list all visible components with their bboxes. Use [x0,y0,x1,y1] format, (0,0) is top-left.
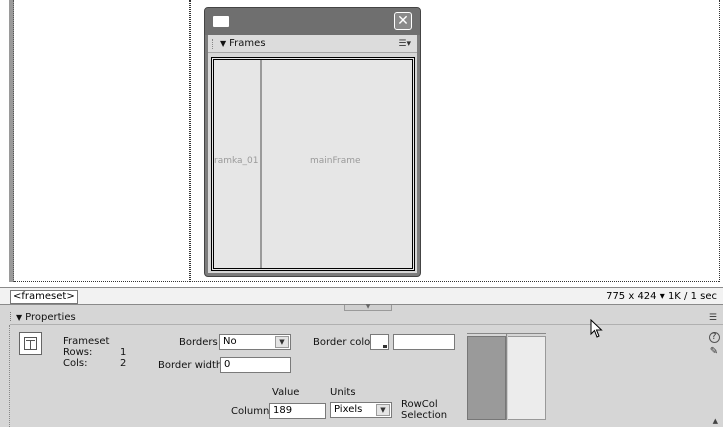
frame-thumb-left[interactable]: ramka_01 [214,60,262,268]
border-color-field[interactable] [393,334,455,350]
frames-panel-header[interactable]: ▼ Frames ☰▾ [208,35,417,53]
units-value: Pixels [334,404,363,415]
frames-panel-title: Frames [229,38,266,49]
chevron-down-icon[interactable]: ▼ [275,336,289,348]
collapse-arrow-icon[interactable]: ▲ [713,417,718,425]
border-color-swatch[interactable] [370,334,389,350]
tag-selector[interactable]: <frameset> [10,290,78,304]
panel-edge [9,325,11,427]
frame-thumb-main[interactable]: mainFrame [264,60,412,268]
frames-panel-body: ▼ Frames ☰▾ ramka_01 mainFrame [208,35,417,273]
grip-icon[interactable] [10,312,13,321]
column-label: Column [231,406,270,417]
edit-icon[interactable]: ✎ [708,345,720,358]
window-icon [213,16,229,27]
canvas-right-edge [719,0,723,282]
status-bar: <frameset> 775 x 424 ▾ 1K / 1 sec [0,287,723,305]
selection-label: Selection [401,410,448,421]
frame-name-main: mainFrame [310,156,361,166]
download-estimate: 1K / 1 sec [667,291,717,302]
cols-label: Cols: [63,358,88,369]
border-width-label: Border width [158,360,223,371]
frame-left-region[interactable] [14,0,190,282]
panel-splitter-handle[interactable]: ▼ [344,304,392,311]
window-size-dropdown-icon[interactable]: ▾ [660,291,665,302]
help-icon[interactable]: ? [708,332,720,343]
grip-icon[interactable] [212,39,215,49]
units-column-header: Units [330,387,356,398]
column-value-field[interactable]: 189 [269,403,326,419]
frame-name-left: ramka_01 [214,156,259,166]
properties-title: Properties [25,312,76,323]
properties-header[interactable]: ▼ Properties ☰ [10,311,723,325]
expand-triangle-icon[interactable]: ▼ [16,313,22,322]
border-color-label: Border color [313,337,375,348]
rowcol-column-2[interactable] [508,336,546,420]
panel-options-icon[interactable]: ☰ [709,311,717,325]
frames-panel-window[interactable]: ✕ ▼ Frames ☰▾ ramka_01 mainFrame [204,7,421,277]
panel-options-icon[interactable]: ☰▾ [398,35,411,53]
mouse-pointer-icon [590,319,603,338]
expand-triangle-icon[interactable]: ▼ [220,39,226,48]
window-size[interactable]: 775 x 424 [606,291,656,302]
cols-value: 2 [120,358,127,369]
status-info: 775 x 424 ▾ 1K / 1 sec [606,290,717,303]
value-column-header: Value [272,387,300,398]
close-button[interactable]: ✕ [394,12,412,30]
border-width-field[interactable]: 0 [220,357,291,373]
borders-value: No [223,336,237,347]
rowcol-selector[interactable] [467,333,546,420]
borders-select[interactable]: No ▼ [219,334,291,350]
rowcol-column-1[interactable] [467,336,506,420]
frames-preview: ramka_01 mainFrame [211,57,415,271]
frames-panel-titlebar[interactable]: ✕ [205,8,420,35]
side-icons: ? ✎ [708,332,720,358]
frameset-icon [19,332,42,355]
chevron-down-icon[interactable]: ▼ [376,404,390,416]
units-select[interactable]: Pixels ▼ [330,402,392,418]
borders-label: Borders [179,337,218,348]
